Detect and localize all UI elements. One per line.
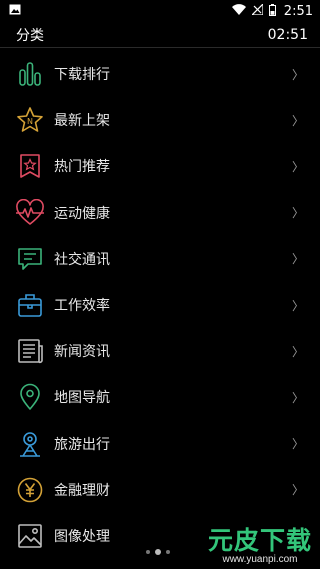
header-clock: 02:51 bbox=[267, 26, 308, 43]
category-label: 金融理财 bbox=[54, 482, 110, 499]
chevron-right-icon: 〉 bbox=[291, 113, 304, 128]
category-item-map[interactable]: 地图导航 〉 bbox=[0, 374, 320, 420]
chevron-right-icon: 〉 bbox=[291, 483, 304, 498]
bookmark-star-icon bbox=[15, 151, 45, 181]
watermark-url: www.yuanpi.com bbox=[222, 554, 298, 565]
page-dot-active bbox=[155, 549, 161, 555]
map-pin-icon bbox=[15, 382, 45, 412]
briefcase-icon bbox=[15, 290, 45, 320]
category-label: 热门推荐 bbox=[54, 159, 110, 176]
watermark: 元皮下载 www.yuanpi.com bbox=[208, 528, 312, 565]
category-label: 社交通讯 bbox=[54, 251, 110, 268]
category-label: 图像处理 bbox=[54, 528, 110, 545]
category-label: 新闻资讯 bbox=[54, 344, 110, 361]
star-new-icon: N bbox=[15, 105, 45, 135]
category-list: 下载排行 〉 N 最新上架 〉 热门推荐 〉 运动健康 〉 社交通讯 〉 工作效… bbox=[0, 51, 320, 559]
category-item-downloads[interactable]: 下载排行 〉 bbox=[0, 51, 320, 97]
category-item-hot[interactable]: 热门推荐 〉 bbox=[0, 143, 320, 189]
chevron-right-icon: 〉 bbox=[291, 390, 304, 405]
category-item-travel[interactable]: 旅游出行 〉 bbox=[0, 421, 320, 467]
yen-coin-icon bbox=[15, 475, 45, 505]
category-label: 运动健康 bbox=[54, 205, 110, 222]
page-title: 分类 bbox=[16, 27, 44, 44]
newspaper-icon bbox=[15, 336, 45, 366]
chat-icon bbox=[15, 244, 45, 274]
category-item-finance[interactable]: 金融理财 〉 bbox=[0, 467, 320, 513]
chevron-right-icon: 〉 bbox=[291, 344, 304, 359]
category-label: 下载排行 bbox=[54, 67, 110, 84]
status-time: 2:51 bbox=[283, 3, 313, 19]
page-dot bbox=[146, 550, 150, 554]
category-item-news[interactable]: 新闻资讯 〉 bbox=[0, 328, 320, 374]
svg-text:N: N bbox=[27, 117, 33, 126]
battery-icon bbox=[268, 3, 276, 19]
chevron-right-icon: 〉 bbox=[291, 298, 304, 313]
chevron-right-icon: 〉 bbox=[291, 67, 304, 82]
category-label: 工作效率 bbox=[54, 298, 110, 315]
page-dot bbox=[166, 550, 170, 554]
watermark-text: 元皮下载 bbox=[207, 526, 312, 555]
category-label: 最新上架 bbox=[54, 113, 110, 130]
status-bar: 2:51 bbox=[0, 0, 320, 22]
chevron-right-icon: 〉 bbox=[291, 206, 304, 221]
heart-pulse-icon bbox=[15, 198, 45, 228]
header-divider bbox=[0, 47, 320, 48]
category-item-new[interactable]: N 最新上架 〉 bbox=[0, 97, 320, 143]
tower-icon bbox=[15, 429, 45, 459]
category-item-social[interactable]: 社交通讯 〉 bbox=[0, 236, 320, 282]
category-label: 旅游出行 bbox=[54, 436, 110, 453]
chevron-right-icon: 〉 bbox=[291, 159, 304, 174]
chevron-right-icon: 〉 bbox=[291, 437, 304, 452]
header: 分类 02:51 bbox=[0, 22, 320, 47]
chevron-right-icon: 〉 bbox=[291, 252, 304, 267]
bar-chart-icon bbox=[15, 59, 45, 89]
image-icon bbox=[9, 4, 21, 18]
category-item-work[interactable]: 工作效率 〉 bbox=[0, 282, 320, 328]
category-label: 地图导航 bbox=[54, 390, 110, 407]
image-icon bbox=[15, 521, 45, 551]
page-indicator bbox=[146, 549, 170, 555]
signal-icon bbox=[250, 2, 264, 18]
category-item-health[interactable]: 运动健康 〉 bbox=[0, 190, 320, 236]
wifi-icon bbox=[231, 4, 246, 18]
